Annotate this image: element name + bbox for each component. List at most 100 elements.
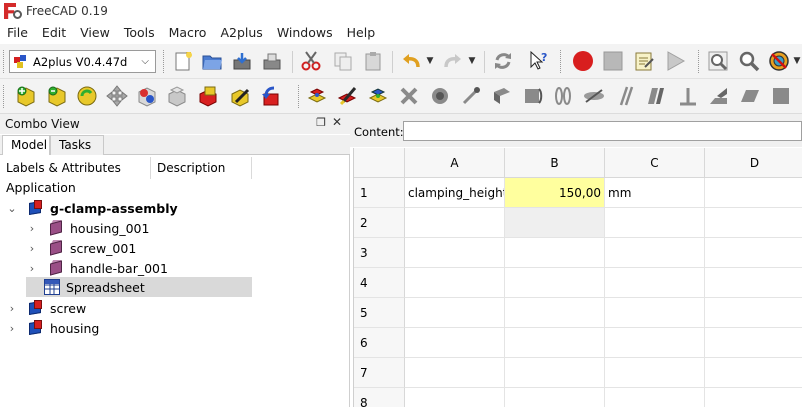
cell-d3[interactable] bbox=[705, 238, 802, 268]
row-header[interactable]: 3 bbox=[354, 238, 405, 268]
toolbar-grip[interactable] bbox=[163, 50, 166, 73]
cell-c1[interactable]: mm bbox=[605, 178, 705, 208]
macros-button[interactable] bbox=[631, 48, 657, 74]
fit-selection-button[interactable] bbox=[736, 48, 762, 74]
row-header[interactable]: 6 bbox=[354, 328, 405, 358]
menu-edit[interactable]: Edit bbox=[35, 22, 73, 44]
center-of-mass-constraint-button[interactable] bbox=[706, 83, 732, 109]
column-labels-attributes[interactable]: Labels & Attributes bbox=[0, 157, 151, 179]
axis-coincident-constraint-button[interactable] bbox=[489, 83, 515, 109]
row-header[interactable]: 2 bbox=[354, 208, 405, 238]
cell-d6[interactable] bbox=[705, 328, 802, 358]
column-header-a[interactable]: A bbox=[405, 148, 505, 178]
tree-item-assembly[interactable]: › screw bbox=[6, 298, 252, 318]
paste-button[interactable] bbox=[360, 48, 386, 74]
copy-button[interactable] bbox=[330, 48, 356, 74]
chevron-right-icon[interactable]: › bbox=[6, 302, 18, 315]
menu-windows[interactable]: Windows bbox=[270, 22, 340, 44]
cell-c6[interactable] bbox=[605, 328, 705, 358]
chevron-right-icon[interactable]: › bbox=[26, 262, 38, 275]
cell-a5[interactable] bbox=[405, 298, 505, 328]
cell-a8[interactable] bbox=[405, 388, 505, 407]
cell-b1[interactable]: 150,00 bbox=[505, 178, 605, 208]
redo-dropdown[interactable]: ▼ bbox=[465, 48, 479, 74]
tab-model[interactable]: Model bbox=[2, 135, 50, 156]
chevron-right-icon[interactable]: › bbox=[26, 222, 38, 235]
cell-d5[interactable] bbox=[705, 298, 802, 328]
execute-macro-button[interactable] bbox=[662, 48, 688, 74]
face-constraint-button[interactable] bbox=[737, 83, 763, 109]
cell-c7[interactable] bbox=[605, 358, 705, 388]
sphere-constraint-button[interactable] bbox=[427, 83, 453, 109]
cell-c8[interactable] bbox=[605, 388, 705, 407]
axis-parallel-constraint-button[interactable] bbox=[520, 83, 546, 109]
fit-all-button[interactable] bbox=[705, 48, 731, 74]
row-header[interactable]: 1 bbox=[354, 178, 405, 208]
tree-item-assembly[interactable]: › housing bbox=[6, 318, 252, 338]
update-imported-parts-button[interactable] bbox=[44, 83, 70, 109]
menu-macro[interactable]: Macro bbox=[162, 22, 214, 44]
cell-c3[interactable] bbox=[605, 238, 705, 268]
menu-tools[interactable]: Tools bbox=[117, 22, 162, 44]
cell-b8[interactable] bbox=[505, 388, 605, 407]
stop-macro-button[interactable] bbox=[600, 48, 626, 74]
redo-button[interactable] bbox=[440, 48, 466, 74]
cut-button[interactable] bbox=[298, 48, 324, 74]
delete-constraints-button[interactable] bbox=[396, 83, 422, 109]
select-all-corner[interactable] bbox=[354, 148, 405, 178]
point-identity-constraint-button[interactable] bbox=[304, 83, 330, 109]
edit-part-button[interactable] bbox=[134, 83, 160, 109]
undo-button[interactable] bbox=[398, 48, 424, 74]
row-header[interactable]: 8 bbox=[354, 388, 405, 407]
menu-view[interactable]: View bbox=[73, 22, 117, 44]
chevron-down-icon[interactable]: ⌄ bbox=[6, 202, 18, 215]
cell-c4[interactable] bbox=[605, 268, 705, 298]
edit-constraint-button[interactable] bbox=[227, 83, 253, 109]
toolbar-grip[interactable] bbox=[298, 85, 301, 108]
open-button[interactable] bbox=[199, 48, 225, 74]
tab-tasks[interactable]: Tasks bbox=[50, 135, 104, 155]
menu-help[interactable]: Help bbox=[340, 22, 383, 44]
record-macro-button[interactable] bbox=[570, 48, 596, 74]
column-header-b[interactable]: B bbox=[505, 148, 605, 178]
row-header[interactable]: 5 bbox=[354, 298, 405, 328]
draw-style-button[interactable] bbox=[766, 48, 792, 74]
cell-c5[interactable] bbox=[605, 298, 705, 328]
cell-c2[interactable] bbox=[605, 208, 705, 238]
circular-edge-constraint-button[interactable] bbox=[458, 83, 484, 109]
plane-coincident-constraint-button[interactable] bbox=[643, 83, 669, 109]
column-description[interactable]: Description bbox=[151, 157, 252, 179]
menu-a2plus[interactable]: A2plus bbox=[213, 22, 269, 44]
add-part-button[interactable] bbox=[13, 83, 39, 109]
cell-a4[interactable] bbox=[405, 268, 505, 298]
cell-a1[interactable]: clamping_height bbox=[405, 178, 505, 208]
column-header-c[interactable]: C bbox=[605, 148, 705, 178]
import-from-step-button[interactable] bbox=[259, 83, 285, 109]
cell-a2[interactable] bbox=[405, 208, 505, 238]
shape-ref-button[interactable] bbox=[164, 83, 190, 109]
row-header[interactable]: 7 bbox=[354, 358, 405, 388]
toolbar-grip[interactable] bbox=[698, 50, 701, 73]
chevron-right-icon[interactable]: › bbox=[26, 242, 38, 255]
menu-file[interactable]: File bbox=[0, 22, 35, 44]
cell-b4[interactable] bbox=[505, 268, 605, 298]
cell-b6[interactable] bbox=[505, 328, 605, 358]
move-part-button[interactable] bbox=[104, 83, 130, 109]
cell-d1[interactable] bbox=[705, 178, 802, 208]
axis-plane-normal-constraint-button[interactable] bbox=[581, 83, 607, 109]
new-document-button[interactable] bbox=[170, 48, 196, 74]
duplicate-part-button[interactable] bbox=[74, 83, 100, 109]
workbench-selector[interactable]: A2plus V0.4.47d ⌵ bbox=[9, 50, 156, 73]
point-on-line-constraint-button[interactable] bbox=[334, 83, 360, 109]
cell-d4[interactable] bbox=[705, 268, 802, 298]
undo-dropdown[interactable]: ▼ bbox=[423, 48, 437, 74]
whats-this-button[interactable]: ? bbox=[526, 48, 552, 74]
save-as-button[interactable] bbox=[259, 48, 285, 74]
constraint-viewer-button[interactable] bbox=[195, 83, 221, 109]
axis-plane-parallel-constraint-button[interactable] bbox=[550, 83, 576, 109]
cell-a6[interactable] bbox=[405, 328, 505, 358]
cell-b7[interactable] bbox=[505, 358, 605, 388]
toolbar-grip[interactable] bbox=[560, 50, 563, 73]
point-on-plane-constraint-button[interactable] bbox=[365, 83, 391, 109]
cell-a7[interactable] bbox=[405, 358, 505, 388]
